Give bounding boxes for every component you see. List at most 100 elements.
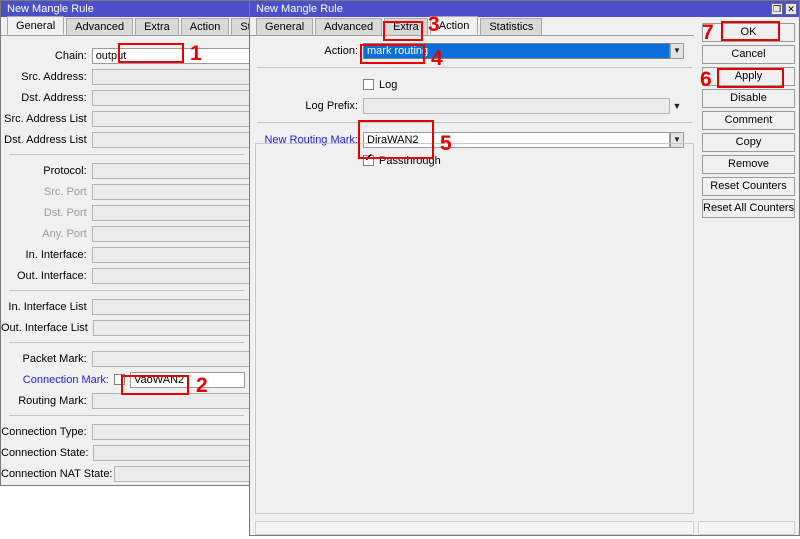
out-interface-field[interactable] [91, 267, 252, 284]
connection-type-field[interactable] [91, 423, 252, 440]
field-row-src-address: Src. Address: [1, 67, 252, 86]
comment-button[interactable]: Comment [702, 111, 795, 130]
label-action: Action: [324, 44, 358, 57]
field-row-packet-mark: Packet Mark: [1, 349, 252, 368]
tab-extra[interactable]: Extra [135, 18, 179, 35]
label-connection-state: Connection State: [1, 446, 89, 459]
right-mangle-rule-window: New Mangle Rule ❐ ✕ General Advanced Ext… [249, 0, 800, 536]
divider-1 [9, 154, 244, 155]
label-in-interface: In. Interface: [25, 248, 87, 261]
label-connection-type: Connection Type: [1, 425, 87, 438]
label-any-port: Any. Port [42, 227, 87, 240]
disable-button[interactable]: Disable [702, 89, 795, 108]
field-row-dst-address: Dst. Address: [1, 88, 252, 107]
close-icon[interactable]: ✕ [785, 3, 797, 15]
apply-button[interactable]: Apply [702, 67, 795, 86]
annotation-number-6: 6 [700, 68, 712, 91]
packet-mark-field[interactable] [91, 350, 252, 367]
dst-address-field[interactable] [91, 89, 252, 106]
divider-action-2 [257, 122, 692, 123]
divider-action-1 [257, 67, 692, 68]
annotation-number-2: 2 [196, 374, 208, 397]
log-checkbox[interactable] [363, 79, 374, 90]
annotation-number-3: 3 [428, 13, 440, 36]
cancel-button[interactable]: Cancel [702, 45, 795, 64]
left-mangle-rule-window: New Mangle Rule General Advanced Extra A… [0, 0, 294, 486]
annotation-number-7: 7 [702, 21, 714, 44]
log-prefix-dropdown-arrow-icon[interactable]: ▼ [670, 98, 684, 114]
out-interface-list-field[interactable] [92, 319, 252, 336]
in-interface-list-field[interactable] [91, 298, 252, 315]
log-prefix-field[interactable] [363, 97, 670, 114]
label-in-interface-list: In. Interface List [8, 300, 87, 313]
connection-mark-negate-checkbox[interactable] [114, 374, 125, 385]
label-src-address: Src. Address: [21, 70, 87, 83]
left-window-titlebar[interactable]: New Mangle Rule [1, 1, 252, 17]
remove-button[interactable]: Remove [702, 155, 795, 174]
field-row-src-address-list: Src. Address List [1, 109, 252, 128]
annotation-number-5: 5 [440, 132, 452, 155]
copy-button[interactable]: Copy [702, 133, 795, 152]
tab-general[interactable]: General [7, 16, 65, 35]
right-tab-bar: General Advanced Extra Action Statistics [250, 16, 694, 36]
action-value-field[interactable]: mark routing [363, 42, 670, 59]
label-dst-port: Dst. Port [43, 206, 87, 219]
protocol-field[interactable] [91, 162, 252, 179]
action-content-panel [255, 143, 694, 514]
src-address-field[interactable] [91, 68, 252, 85]
field-row-in-interface: In. Interface: [1, 245, 252, 264]
field-row-connection-type: Connection Type: [1, 422, 252, 441]
field-row-any-port: Any. Port [1, 224, 252, 243]
maximize-icon[interactable]: ❐ [771, 3, 783, 15]
label-connection-mark: Connection Mark: [22, 373, 109, 386]
field-row-dst-address-list: Dst. Address List [1, 130, 252, 149]
reset-counters-button[interactable]: Reset Counters [702, 177, 795, 196]
left-tab-bar: General Advanced Extra Action Statistics [1, 16, 294, 36]
chain-field[interactable]: output [91, 47, 252, 64]
tab-action[interactable]: Action [180, 18, 230, 35]
src-port-field [91, 183, 252, 200]
ok-button[interactable]: OK [702, 23, 795, 42]
status-bar-secondary [698, 521, 795, 535]
left-window-title: New Mangle Rule [7, 3, 94, 15]
label-dst-address: Dst. Address: [21, 91, 87, 104]
divider-2 [9, 290, 244, 291]
field-row-out-interface-list: Out. Interface List [1, 318, 252, 337]
label-chain: Chain: [54, 49, 87, 62]
field-row-connection-nat-state: Connection NAT State: [1, 464, 252, 483]
divider-4 [9, 415, 244, 416]
titlebar-button-group: ❐ ✕ [771, 3, 799, 15]
label-src-port: Src. Port [43, 185, 87, 198]
connection-nat-state-field[interactable] [114, 465, 252, 482]
divider-3 [9, 342, 244, 343]
field-row-src-port: Src. Port [1, 182, 252, 201]
label-connection-nat-state: Connection NAT State: [1, 467, 113, 480]
field-row-routing-mark: Routing Mark: [1, 391, 252, 410]
connection-mark-field[interactable]: VaoWAN2 [130, 371, 245, 388]
tab-advanced[interactable]: Advanced [66, 18, 134, 35]
tab-general[interactable]: General [256, 18, 314, 35]
action-button-column: OK Cancel Apply Disable Comment Copy Rem… [702, 23, 795, 218]
right-window-titlebar[interactable]: New Mangle Rule ❐ ✕ [250, 1, 799, 17]
status-bar [255, 521, 694, 535]
annotation-number-4: 4 [431, 47, 443, 70]
label-out-interface: Out. Interface: [16, 269, 87, 282]
in-interface-field[interactable] [91, 246, 252, 263]
label-out-interface-list: Out. Interface List [1, 321, 88, 334]
dst-port-field [91, 204, 252, 221]
field-row-log: Log [255, 75, 694, 94]
field-row-protocol: Protocol: [1, 161, 252, 180]
routing-mark-field[interactable] [91, 392, 252, 409]
tab-statistics[interactable]: Statistics [480, 18, 543, 35]
label-routing-mark: Routing Mark: [18, 394, 87, 407]
reset-all-counters-button[interactable]: Reset All Counters [702, 199, 795, 218]
annotation-number-1: 1 [190, 42, 202, 65]
tab-advanced[interactable]: Advanced [315, 18, 383, 35]
label-packet-mark: Packet Mark: [22, 352, 87, 365]
src-address-list-field[interactable] [91, 110, 252, 127]
connection-state-field[interactable] [93, 444, 252, 461]
tab-extra[interactable]: Extra [384, 18, 428, 35]
dst-address-list-field[interactable] [91, 131, 252, 148]
action-dropdown-arrow-icon[interactable]: ▼ [670, 42, 684, 59]
field-row-chain: Chain: output [1, 46, 252, 65]
